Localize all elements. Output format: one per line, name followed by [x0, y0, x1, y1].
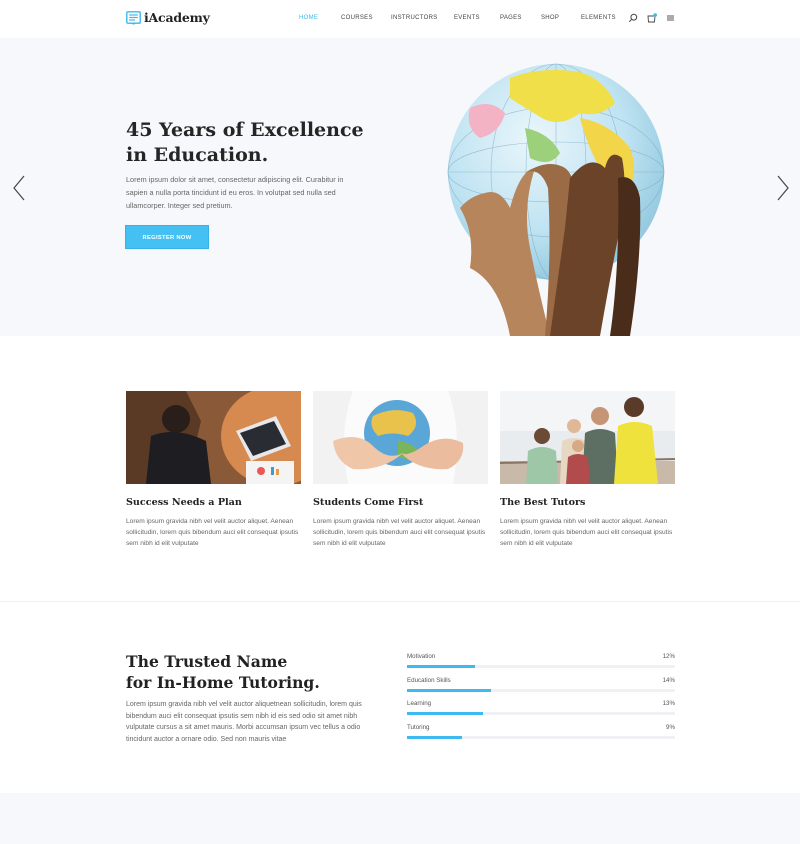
trusted-title-line2: for In-Home Tutoring. — [126, 673, 320, 692]
menu-icon[interactable] — [666, 13, 676, 23]
progress-track — [407, 689, 675, 692]
hero-title-line2: in Education. — [126, 144, 269, 166]
feature-text: Lorem ipsum gravida nibh vel velit aucto… — [126, 518, 299, 548]
progress-value: 14% — [662, 677, 675, 684]
hero-title-line1: 45 Years of Excellence — [126, 119, 364, 141]
main-nav: Home Courses Instructors Events Pages Sh… — [0, 15, 800, 25]
chevron-left-icon[interactable] — [12, 175, 26, 201]
progress-bar-tutoring: Tutoring 9% — [407, 724, 675, 744]
feature-card: Success Needs a Plan Lorem ipsum gravida… — [126, 391, 301, 550]
feature-image-plan[interactable] — [126, 391, 301, 484]
trusted-text: Lorem ipsum gravida nibh vel velit aucto… — [126, 701, 362, 743]
progress-label: Motivation — [407, 653, 436, 660]
site-header: iAcademy Home Courses Instructors Events… — [0, 0, 800, 38]
progress-fill — [407, 712, 484, 715]
hero-title: 45 Years of Excellence in Education. — [126, 118, 386, 168]
progress-bar-learning: Learning 13% — [407, 700, 675, 720]
progress-track — [407, 712, 675, 715]
progress-label: Education Skills — [407, 677, 451, 684]
hero-text: Lorem ipsum dolor sit amet, consectetur … — [126, 175, 344, 210]
feature-card: Students Come First Lorem ipsum gravida … — [313, 391, 488, 550]
hero-slider: 45 Years of Excellence in Education. Lor… — [0, 38, 800, 336]
progress-bar-education-skills: Education Skills 14% — [407, 677, 675, 697]
progress-value: 9% — [666, 724, 675, 731]
progress-label: Tutoring — [407, 724, 430, 731]
progress-track — [407, 736, 675, 739]
nav-item-elements[interactable]: Elements — [581, 15, 616, 21]
progress-value: 13% — [662, 700, 675, 707]
cart-icon[interactable] — [647, 13, 657, 23]
nav-item-events[interactable]: Events — [454, 15, 480, 21]
feature-image-tutors[interactable] — [500, 391, 675, 484]
nav-item-instructors[interactable]: Instructors — [391, 15, 438, 21]
trusted-title-line1: The Trusted Name — [126, 652, 288, 671]
progress-label: Learning — [407, 700, 432, 707]
nav-item-home[interactable]: Home — [299, 15, 318, 21]
hero-image-globe-hands — [430, 58, 670, 336]
chevron-right-icon[interactable] — [776, 175, 790, 201]
progress-bar-motivation: Motivation 12% — [407, 653, 675, 673]
feature-text: Lorem ipsum gravida nibh vel velit aucto… — [313, 518, 486, 548]
feature-card: The Best Tutors Lorem ipsum gravida nibh… — [500, 391, 675, 550]
feature-title[interactable]: Success Needs a Plan — [126, 497, 301, 508]
feature-title[interactable]: Students Come First — [313, 497, 488, 508]
search-icon[interactable] — [628, 13, 638, 23]
trusted-section: The Trusted Name for In-Home Tutoring. L… — [0, 603, 800, 793]
nav-item-shop[interactable]: Shop — [541, 15, 559, 21]
progress-value: 12% — [662, 653, 675, 660]
feature-image-globe[interactable] — [313, 391, 488, 484]
nav-item-courses[interactable]: Courses — [341, 15, 373, 21]
next-section-band — [0, 793, 800, 844]
progress-fill — [407, 736, 462, 739]
features-section: Success Needs a Plan Lorem ipsum gravida… — [0, 336, 800, 602]
progress-fill — [407, 689, 492, 692]
feature-title[interactable]: The Best Tutors — [500, 497, 675, 508]
nav-item-pages[interactable]: Pages — [500, 15, 522, 21]
progress-track — [407, 665, 675, 668]
progress-fill — [407, 665, 476, 668]
trusted-title: The Trusted Name for In-Home Tutoring. — [126, 651, 386, 693]
feature-text: Lorem ipsum gravida nibh vel velit aucto… — [500, 518, 673, 548]
register-now-button[interactable]: REGISTER NOW — [125, 225, 209, 249]
